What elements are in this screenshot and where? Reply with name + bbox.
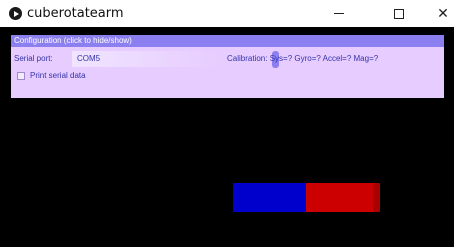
config-panel: Serial port: COM5 Calibration: Sys=? Gyr… [11,47,444,98]
cube-blue-face [233,183,306,212]
serial-port-value: COM5 [77,54,101,63]
title-bar: cuberotatearm ✕ [0,0,454,27]
calibration-status: Calibration: Sys=? Gyro=? Accel=? Mag=? [227,54,379,63]
cube-red-face [306,183,380,212]
maximize-button[interactable] [376,0,422,27]
app-play-icon [9,7,22,20]
minimize-button[interactable] [316,0,362,27]
cube-red-edge [373,183,380,212]
print-serial-checkbox[interactable] [17,72,25,80]
serial-port-label: Serial port: [14,54,53,63]
minimize-icon [334,13,344,14]
maximize-icon [394,8,404,19]
print-serial-label[interactable]: Print serial data [30,71,86,81]
close-button[interactable]: ✕ [420,0,454,27]
config-toggle-header[interactable]: Configuration (click to hide/show) [11,35,444,47]
serial-port-select[interactable]: COM5 [72,51,279,68]
window-title: cuberotatearm [27,6,124,21]
close-icon: ✕ [437,5,449,22]
